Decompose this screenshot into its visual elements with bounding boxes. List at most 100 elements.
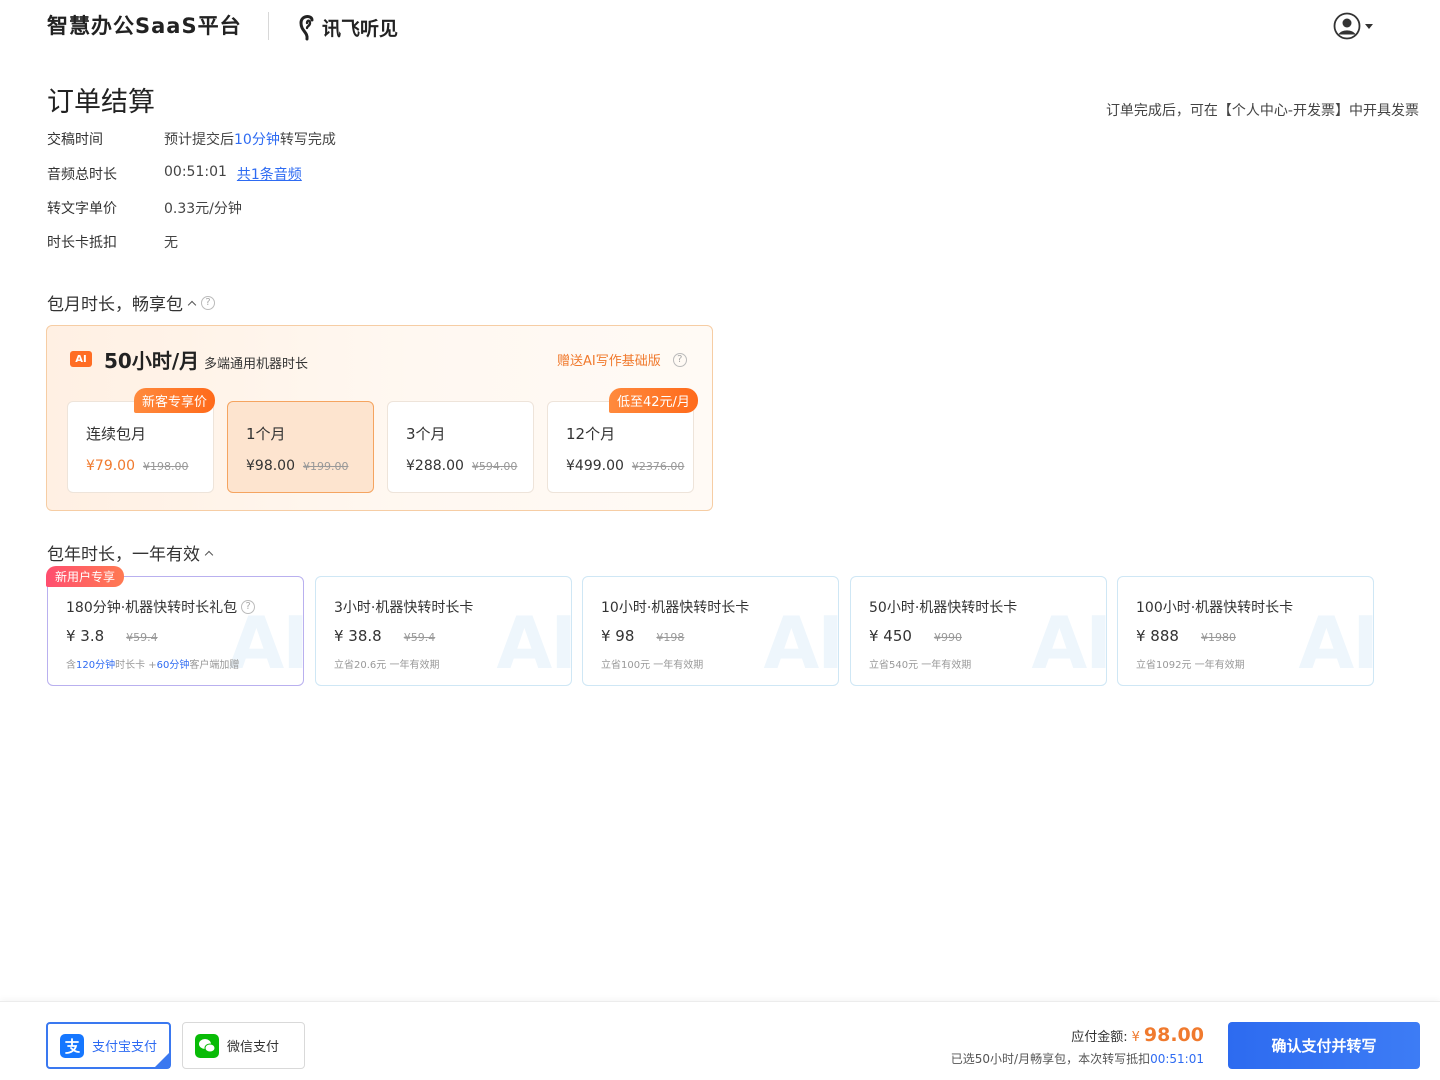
delivery-time: 10分钟 — [234, 132, 280, 148]
plan-option-3-months[interactable]: 3个月 ¥288.00 ¥594.00 — [387, 401, 534, 493]
option-price: ¥499.00 ¥2376.00 — [566, 458, 684, 474]
ai-watermark: AI — [228, 601, 304, 685]
yearly-section-toggle[interactable]: 包年时长，一年有效 — [47, 540, 214, 565]
price-current: ¥ 38.8 — [334, 627, 382, 645]
info-label: 转文字单价 — [47, 201, 117, 217]
card-price: ¥ 450 ¥990 — [869, 627, 962, 645]
user-menu[interactable] — [1333, 12, 1373, 40]
partner-name: 讯飞听见 — [322, 17, 399, 40]
card-description: 含120分钟时长卡 +60分钟客户端加赠 — [66, 656, 239, 671]
year-card-100h[interactable]: AI 100小时·机器快转时长卡 ¥ 888 ¥1980 立省1092元 一年有… — [1117, 576, 1374, 686]
new-customer-tag: 新客专享价 — [134, 388, 216, 413]
section-title: 包年时长，一年有效 — [47, 545, 200, 565]
ear-logo-icon — [299, 15, 314, 41]
page-title: 订单结算 — [47, 87, 155, 118]
chevron-up-icon — [204, 550, 214, 559]
price-original: ¥59.4 — [126, 631, 158, 644]
plan-title: 50小时/月 — [104, 349, 200, 373]
plan-option-1-month[interactable]: 1个月 ¥98.00 ¥199.00 — [227, 401, 374, 493]
ai-watermark: AI — [1298, 601, 1374, 685]
checkout-footer: 支付宝支付 微信支付 应付金额: ¥ 98.00 已选50小时/月畅享包，本次转… — [0, 1001, 1440, 1080]
desc-highlight: 120分钟 — [76, 660, 116, 671]
total-label: 应付金额: — [1071, 1030, 1128, 1045]
discount-tag: 低至42元/月 — [609, 388, 698, 413]
price-current: ¥288.00 — [406, 458, 464, 474]
alipay-icon — [60, 1033, 84, 1058]
wechat-pay-button[interactable]: 微信支付 — [182, 1022, 305, 1069]
plan-subtitle: 多端通用机器时长 — [204, 357, 309, 372]
confirm-pay-button[interactable]: 确认支付并转写 — [1228, 1022, 1420, 1069]
help-icon[interactable]: ? — [201, 295, 215, 310]
plan-option-12-months[interactable]: 12个月 ¥499.00 ¥2376.00 — [547, 401, 694, 493]
info-value: 00:51:01 — [164, 164, 227, 180]
total-amount: 98.00 — [1143, 1024, 1204, 1046]
info-deduct: 时长卡抵扣 无 — [47, 232, 178, 252]
info-label: 音频总时长 — [47, 167, 117, 183]
alipay-label: 支付宝支付 — [92, 1040, 158, 1055]
year-card-50h[interactable]: AI 50小时·机器快转时长卡 ¥ 450 ¥990 立省540元 一年有效期 — [850, 576, 1107, 686]
new-user-tag: 新用户专享 — [46, 566, 125, 587]
wechat-label: 微信支付 — [227, 1040, 280, 1055]
info-label: 时长卡抵扣 — [47, 235, 117, 251]
price-original: ¥990 — [933, 631, 962, 644]
price-current: ¥98.00 — [246, 458, 295, 474]
price-current: ¥499.00 — [566, 458, 624, 474]
top-bar: 智慧办公SaaS平台 讯飞听见 — [0, 0, 1440, 56]
selected-check-icon — [154, 1052, 170, 1068]
card-price: ¥ 38.8 ¥59.4 — [334, 627, 435, 645]
monthly-section-toggle[interactable]: 包月时长，畅享包 ? — [47, 290, 215, 315]
desc-part: 时长卡 + — [115, 660, 157, 671]
card-name: 50小时·机器快转时长卡 — [869, 600, 1018, 616]
delivery-post: 转写完成 — [279, 132, 336, 148]
card-name: 100小时·机器快转时长卡 — [1136, 600, 1294, 616]
gift-note: 赠送AI写作基础版 ? — [557, 350, 687, 369]
price-current: ¥ 888 — [1136, 627, 1179, 645]
price-original: ¥198.00 — [143, 460, 189, 473]
note-text: 已选50小时/月畅享包，本次转写抵扣 — [950, 1052, 1151, 1066]
wechat-icon — [195, 1033, 219, 1058]
ai-watermark: AI — [1031, 601, 1107, 685]
brand-title: 智慧办公SaaS平台 — [47, 14, 242, 38]
card-price: ¥ 888 ¥1980 — [1136, 627, 1236, 645]
card-price: ¥ 98 ¥198 — [601, 627, 684, 645]
chevron-down-icon — [1365, 23, 1373, 29]
total-note: 已选50小时/月畅享包，本次转写抵扣00:51:01 — [951, 1050, 1204, 1067]
monthly-plan-panel: AI 50小时/月 多端通用机器时长 赠送AI写作基础版 ? 连续包月 ¥79.… — [46, 325, 713, 511]
option-price: ¥79.00 ¥198.00 — [86, 458, 189, 474]
info-value: 0.33元/分钟 — [164, 201, 242, 217]
currency-symbol: ¥ — [1131, 1030, 1140, 1045]
invoice-note: 订单完成后，可在【个人中心-开发票】中开具发票 — [1105, 103, 1419, 119]
option-price: ¥98.00 ¥199.00 — [246, 458, 349, 474]
ai-badge: AI — [70, 351, 92, 367]
desc-part: 含 — [66, 660, 76, 671]
card-description: 立省540元 一年有效期 — [869, 660, 972, 671]
info-label: 交稿时间 — [47, 132, 103, 148]
price-current: ¥ 450 — [869, 627, 912, 645]
year-card-3h[interactable]: AI 3小时·机器快转时长卡 ¥ 38.8 ¥59.4 立省20.6元 一年有效… — [315, 576, 572, 686]
price-original: ¥594.00 — [471, 460, 518, 473]
price-current: ¥79.00 — [86, 458, 135, 474]
option-price: ¥288.00 ¥594.00 — [406, 458, 517, 474]
price-original: ¥2376.00 — [631, 460, 685, 473]
desc-part: 客户端加赠 — [189, 660, 240, 671]
card-name: 10小时·机器快转时长卡 — [601, 600, 750, 616]
year-card-180min[interactable]: AI 180分钟·机器快转时长礼包 ? ¥ 3.8 ¥59.4 含120分钟时长… — [47, 576, 304, 686]
total-amount-line: 应付金额: ¥ 98.00 — [1071, 1024, 1204, 1046]
ai-watermark: AI — [763, 601, 839, 685]
plan-option-continuous[interactable]: 连续包月 ¥79.00 ¥198.00 — [67, 401, 214, 493]
help-icon[interactable]: ? — [672, 352, 687, 367]
gift-text: 赠送AI写作基础版 — [557, 354, 661, 369]
price-original: ¥198 — [656, 631, 685, 644]
option-name: 连续包月 — [86, 425, 147, 443]
year-card-10h[interactable]: AI 10小时·机器快转时长卡 ¥ 98 ¥198 立省100元 一年有效期 — [582, 576, 839, 686]
alipay-button[interactable]: 支付宝支付 — [46, 1022, 171, 1069]
help-icon[interactable]: ? — [241, 600, 256, 614]
option-name: 3个月 — [406, 425, 446, 443]
info-duration: 音频总时长 00:51:01 共1条音频 — [47, 164, 302, 184]
option-name: 1个月 — [246, 425, 286, 443]
price-current: ¥ 3.8 — [66, 627, 105, 645]
desc-highlight: 60分钟 — [156, 660, 190, 671]
audio-count-link[interactable]: 共1条音频 — [237, 164, 302, 184]
delivery-pre: 预计提交后 — [164, 132, 234, 148]
user-circle-icon — [1333, 12, 1361, 40]
